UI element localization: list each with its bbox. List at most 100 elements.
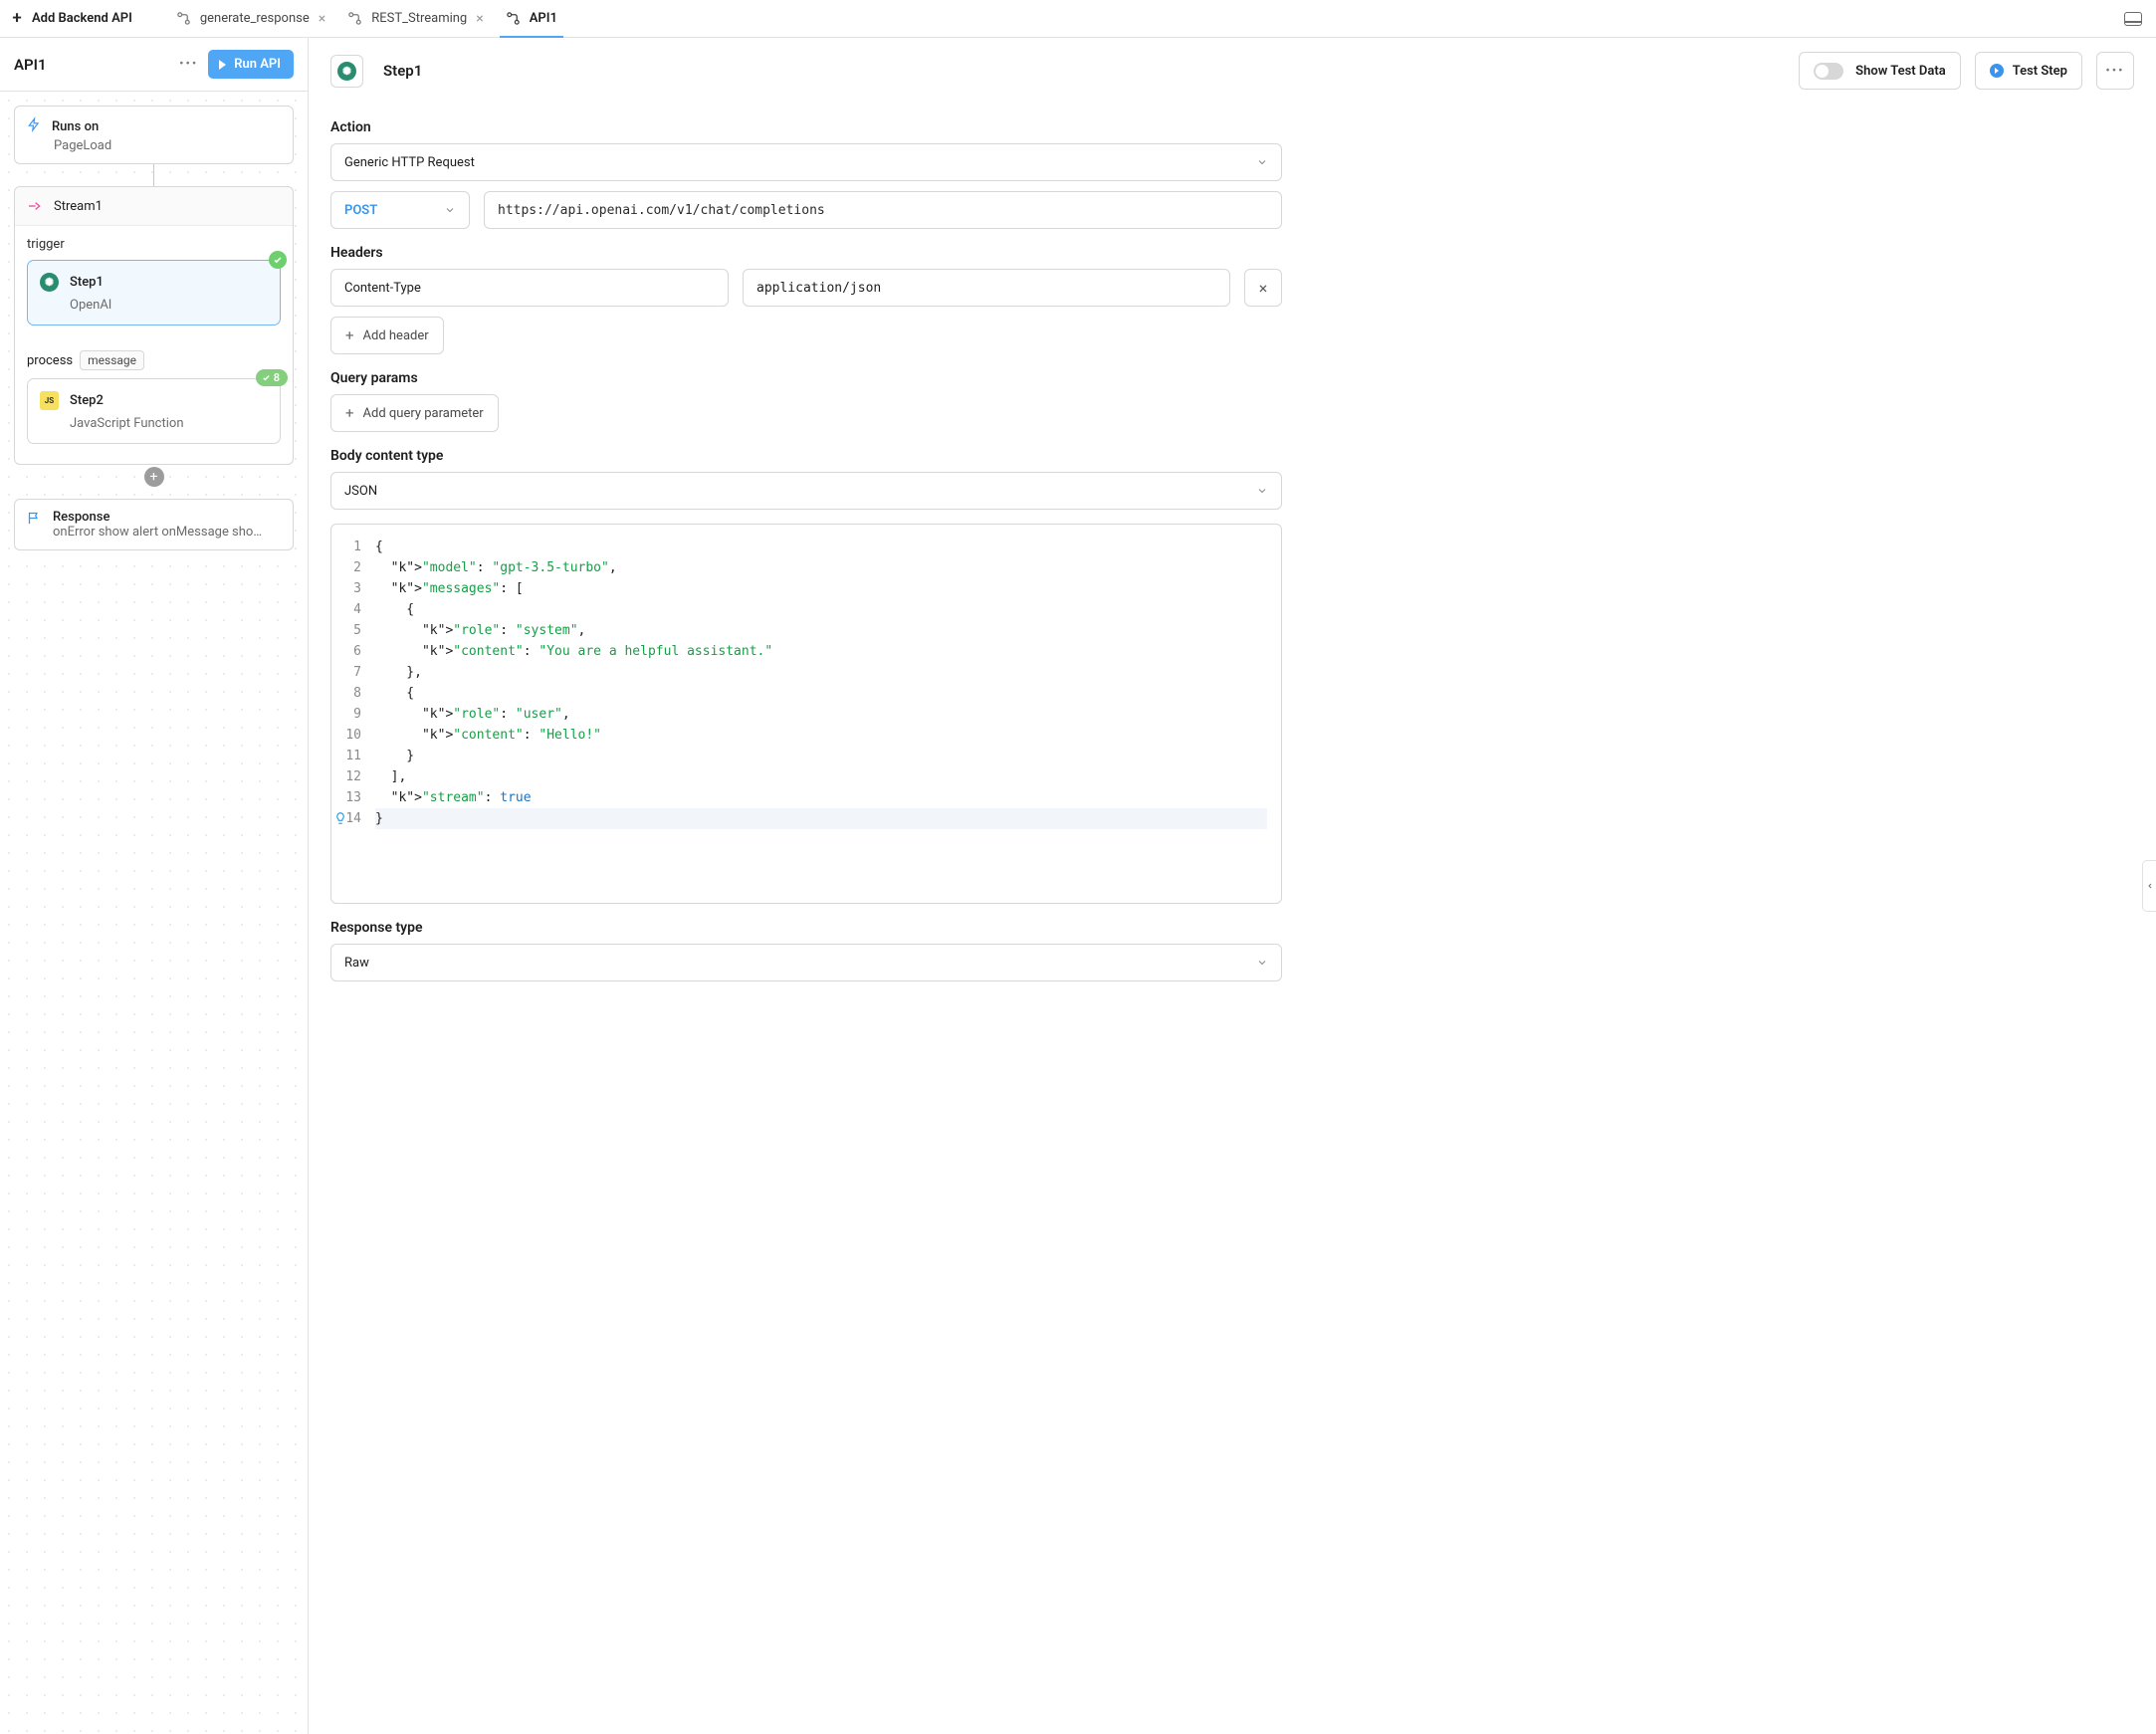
action-select[interactable]: Generic HTTP Request	[330, 143, 1282, 181]
step-step1[interactable]: ✺ Step1 OpenAI	[27, 260, 281, 325]
editor-more-button[interactable]: •••	[2096, 52, 2134, 90]
step-desc: JavaScript Function	[70, 416, 266, 431]
add-step-connector: +	[14, 465, 294, 499]
chevron-down-icon	[1256, 485, 1268, 497]
lightbulb-icon[interactable]	[333, 811, 347, 825]
chevron-down-icon	[1256, 156, 1268, 168]
stream-card: Stream1 trigger ✺ Step1 OpenAI process m…	[14, 186, 294, 465]
hamburger-icon[interactable]	[142, 13, 158, 25]
action-title: Action	[330, 119, 1282, 135]
workspace: API1 ••• Run API Runs on PageLoad	[0, 38, 2156, 1734]
close-icon[interactable]: ×	[476, 11, 483, 27]
line-number: 12	[331, 766, 375, 787]
success-badge	[269, 251, 287, 269]
code-line[interactable]: 7 },	[331, 662, 1267, 683]
add-query-param-button[interactable]: + Add query parameter	[330, 394, 499, 432]
show-test-data-label: Show Test Data	[1855, 64, 1946, 79]
line-number: 4	[331, 599, 375, 620]
response-type-title: Response type	[330, 920, 1282, 936]
collapse-right-panel-button[interactable]	[2142, 860, 2156, 912]
header-value-input[interactable]: application/json	[743, 269, 1230, 307]
tab-label: generate_response	[200, 11, 310, 26]
code-line[interactable]: 14}	[331, 808, 1267, 829]
body-editor[interactable]: 1{2 "k">"model": "gpt-3.5-turbo",3 "k">"…	[330, 524, 1282, 904]
plus-icon: +	[10, 10, 24, 27]
runs-on-title: Runs on	[52, 119, 99, 134]
step-icon-box: ✺	[330, 55, 363, 88]
form-area: Action Generic HTTP Request POST https:/…	[309, 94, 1304, 1021]
http-method-select[interactable]: POST	[330, 191, 470, 229]
runs-on-value: PageLoad	[54, 138, 281, 153]
line-number: 3	[331, 578, 375, 599]
chevron-down-icon	[444, 204, 456, 216]
tab-rest-streaming[interactable]: REST_Streaming ×	[343, 0, 488, 37]
code-line[interactable]: 4 {	[331, 599, 1267, 620]
tab-strip: generate_response × REST_Streaming × API…	[172, 0, 561, 37]
process-row: process message	[15, 339, 293, 378]
code-line[interactable]: 5 "k">"role": "system",	[331, 620, 1267, 641]
tab-api1[interactable]: API1	[502, 0, 561, 37]
test-step-label: Test Step	[2013, 64, 2067, 79]
header-name-input[interactable]: Content-Type	[330, 269, 729, 307]
code-line[interactable]: 1{	[331, 537, 1267, 557]
tab-generate-response[interactable]: generate_response ×	[172, 0, 329, 37]
line-number: 13	[331, 787, 375, 808]
api-more-button[interactable]: •••	[179, 57, 198, 72]
response-title: Response	[53, 510, 262, 525]
runs-on-card[interactable]: Runs on PageLoad	[14, 106, 294, 164]
trigger-label: trigger	[15, 226, 293, 260]
test-step-button[interactable]: Test Step	[1975, 52, 2082, 90]
step-name: Step2	[70, 393, 104, 408]
step-step2[interactable]: 8 JS Step2 JavaScript Function	[27, 378, 281, 444]
line-number: 5	[331, 620, 375, 641]
panel-icon	[2124, 12, 2142, 26]
code-area[interactable]: 1{2 "k">"model": "gpt-3.5-turbo",3 "k">"…	[331, 525, 1281, 903]
close-icon[interactable]: ×	[319, 11, 325, 27]
process-tag[interactable]: message	[80, 350, 144, 370]
action-value: Generic HTTP Request	[344, 155, 475, 170]
workflow-sidebar: API1 ••• Run API Runs on PageLoad	[0, 38, 309, 1734]
remove-header-button[interactable]: ×	[1244, 269, 1282, 307]
line-number: 11	[331, 746, 375, 766]
response-type-select[interactable]: Raw	[330, 944, 1282, 981]
query-params-title: Query params	[330, 370, 1282, 386]
add-header-label: Add header	[363, 328, 429, 343]
line-number: 10	[331, 725, 375, 746]
workflow-icon	[347, 11, 362, 26]
code-line[interactable]: 9 "k">"role": "user",	[331, 704, 1267, 725]
code-line[interactable]: 12 ],	[331, 766, 1267, 787]
header-value-value: application/json	[756, 281, 881, 296]
add-step-button[interactable]: +	[144, 467, 164, 487]
tab-label: REST_Streaming	[371, 11, 467, 26]
process-label: process	[27, 353, 73, 368]
body-content-type-select[interactable]: JSON	[330, 472, 1282, 510]
workflow-icon	[176, 11, 191, 26]
add-backend-api-button[interactable]: + Add Backend API	[0, 0, 142, 37]
step-editor: ✺ Step1 Show Test Data Test Step ••• Act…	[309, 38, 2156, 1734]
body-content-type-title: Body content type	[330, 448, 1282, 464]
stream-header[interactable]: Stream1	[15, 187, 293, 226]
code-line[interactable]: 6 "k">"content": "You are a helpful assi…	[331, 641, 1267, 662]
add-header-button[interactable]: + Add header	[330, 317, 444, 354]
show-test-data-toggle[interactable]: Show Test Data	[1799, 52, 1961, 90]
body-content-type-value: JSON	[344, 484, 377, 499]
flag-icon	[27, 510, 42, 540]
openai-icon: ✺	[337, 62, 356, 81]
code-line[interactable]: 3 "k">"messages": [	[331, 578, 1267, 599]
plus-icon: +	[345, 404, 354, 422]
http-method-value: POST	[344, 203, 377, 218]
top-bar: + Add Backend API generate_response × RE…	[0, 0, 2156, 38]
url-input[interactable]: https://api.openai.com/v1/chat/completio…	[484, 191, 1282, 229]
response-desc: onError show alert onMessage sho…	[53, 525, 262, 540]
response-card[interactable]: Response onError show alert onMessage sh…	[14, 499, 294, 550]
code-line[interactable]: 13 "k">"stream": true	[331, 787, 1267, 808]
run-api-button[interactable]: Run API	[208, 50, 294, 79]
add-backend-api-label: Add Backend API	[32, 11, 132, 26]
code-line[interactable]: 2 "k">"model": "gpt-3.5-turbo",	[331, 557, 1267, 578]
code-line[interactable]: 8 {	[331, 683, 1267, 704]
toggle-panel-button[interactable]	[2124, 12, 2142, 26]
code-line[interactable]: 10 "k">"content": "Hello!"	[331, 725, 1267, 746]
sidebar-header: API1 ••• Run API	[0, 38, 308, 92]
code-line[interactable]: 11 }	[331, 746, 1267, 766]
step-desc: OpenAI	[70, 298, 266, 313]
